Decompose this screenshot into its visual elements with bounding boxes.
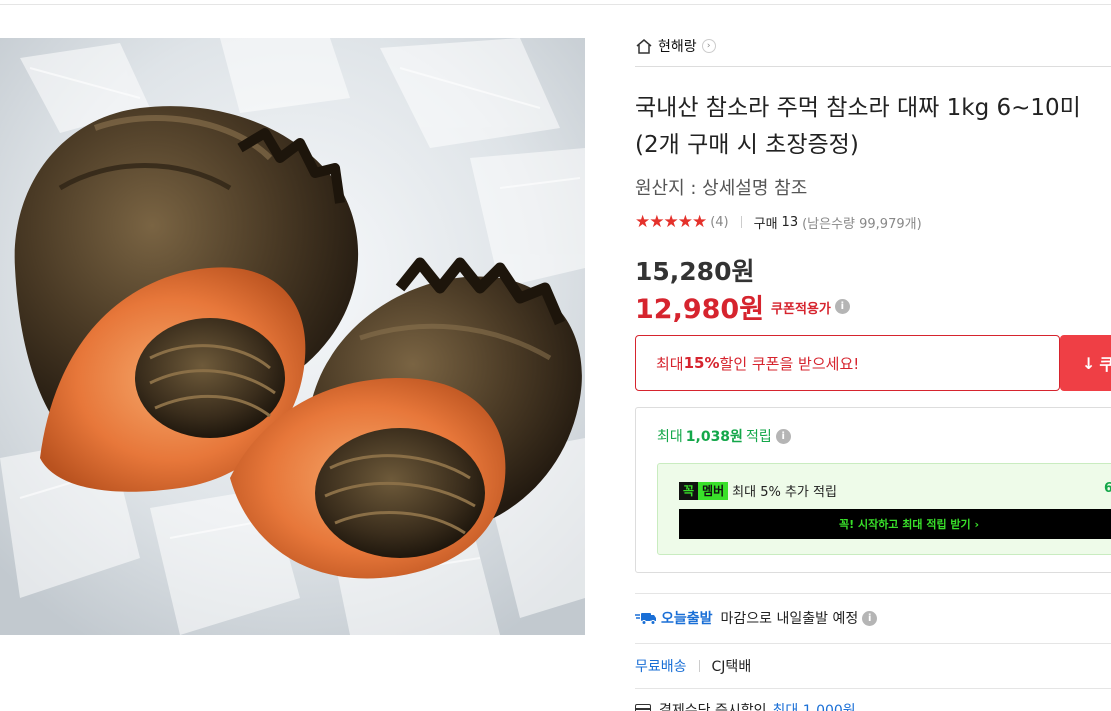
rating-row: ★★★★★ (4) 구매 13 (남은수량 99,979개) [635, 211, 922, 233]
courier-name: CJ택배 [711, 659, 752, 675]
today-shipping-label: 오늘출발 [661, 611, 713, 627]
truck-icon [635, 613, 656, 625]
coupon-button-label: 쿠 [1099, 355, 1111, 374]
member-benefit-text: 최대 5% 추가 적립 [732, 485, 837, 500]
product-title: 국내산 참소라 주먹 참소라 대짜 1kg 6~10미 (2개 구매 시 초장증… [635, 95, 1081, 158]
points-row: 최대 1,038원 적립 i [657, 426, 791, 446]
info-icon[interactable]: i [775, 428, 791, 444]
purchase-count: 13 [781, 214, 799, 230]
whelk-photo [0, 38, 585, 635]
review-count[interactable]: (4) [710, 215, 728, 230]
payment-discount-amount: 최대 1,000원 [772, 703, 856, 711]
card-icon [635, 704, 651, 711]
divider [635, 688, 1111, 689]
divider [635, 66, 1111, 67]
coupon-download-button[interactable]: ↓ 쿠 [1060, 335, 1111, 391]
coupon-banner[interactable]: 최대 15% 할인 쿠폰을 받으세요! [635, 335, 1060, 391]
sale-price: 12,980원 [635, 294, 765, 325]
product-image[interactable] [0, 38, 585, 635]
member-badge: 꼭 멤버 [679, 481, 729, 500]
sale-price-row: 12,980원 쿠폰적용가 i [635, 287, 850, 326]
product-info-panel: 현해랑 › 국내산 참소라 주먹 참소라 대짜 1kg 6~10미 (2개 구매… [635, 0, 1111, 711]
member-benefit-value: 6 [1104, 481, 1111, 496]
purchase-label: 구매 [753, 216, 778, 232]
info-icon[interactable]: i [862, 610, 878, 626]
original-price: 15,280원 [635, 257, 755, 286]
member-row: 꼭 멤버 최대 5% 추가 적립 [679, 481, 837, 500]
coupon-percent: 15% [683, 354, 720, 372]
separator [740, 216, 742, 228]
info-icon[interactable]: i [834, 299, 850, 314]
divider [635, 643, 1111, 644]
member-signup-button[interactable]: 꼭! 시작하고 최대 적립 받기 › [679, 509, 1111, 539]
coupon-applied-label: 쿠폰적용가 [771, 302, 831, 317]
product-origin: 원산지 : 상세설명 참조 [635, 178, 808, 199]
points-suffix: 적립 [745, 429, 772, 445]
today-shipping-row: 오늘출발 마감으로 내일출발 예정 i [635, 607, 878, 629]
points-amount: 1,038원 [685, 429, 743, 445]
today-shipping-text: 마감으로 내일출발 예정 [720, 611, 859, 627]
points-prefix: 최대 [657, 429, 683, 445]
rating-stars[interactable]: ★★★★★ [635, 212, 707, 232]
seller-link[interactable]: 현해랑 › [635, 36, 716, 56]
points-panel: 최대 1,038원 적립 i 꼭 멤버 최대 5% 추가 적립 6 꼭! 시작하… [635, 407, 1111, 573]
chevron-right-icon[interactable]: › [701, 39, 716, 53]
seller-name[interactable]: 현해랑 [658, 36, 697, 56]
coupon-suffix: 할인 쿠폰을 받으세요! [719, 354, 860, 373]
payment-discount-text: 결제수단 즉시할인 [659, 703, 767, 711]
coupon-prefix: 최대 [656, 354, 684, 373]
payment-discount-row[interactable]: 결제수단 즉시할인 최대 1,000원 [635, 700, 856, 711]
member-promo: 꼭 멤버 최대 5% 추가 적립 6 꼭! 시작하고 최대 적립 받기 › [657, 463, 1111, 555]
remaining-stock: (남은수량 99,979개) [802, 216, 922, 232]
free-shipping-label: 무료배송 [635, 659, 687, 675]
divider [635, 593, 1111, 594]
home-icon [636, 39, 652, 54]
separator [698, 660, 700, 672]
download-icon: ↓ [1082, 353, 1096, 373]
delivery-row: 무료배송 CJ택배 [635, 656, 751, 676]
